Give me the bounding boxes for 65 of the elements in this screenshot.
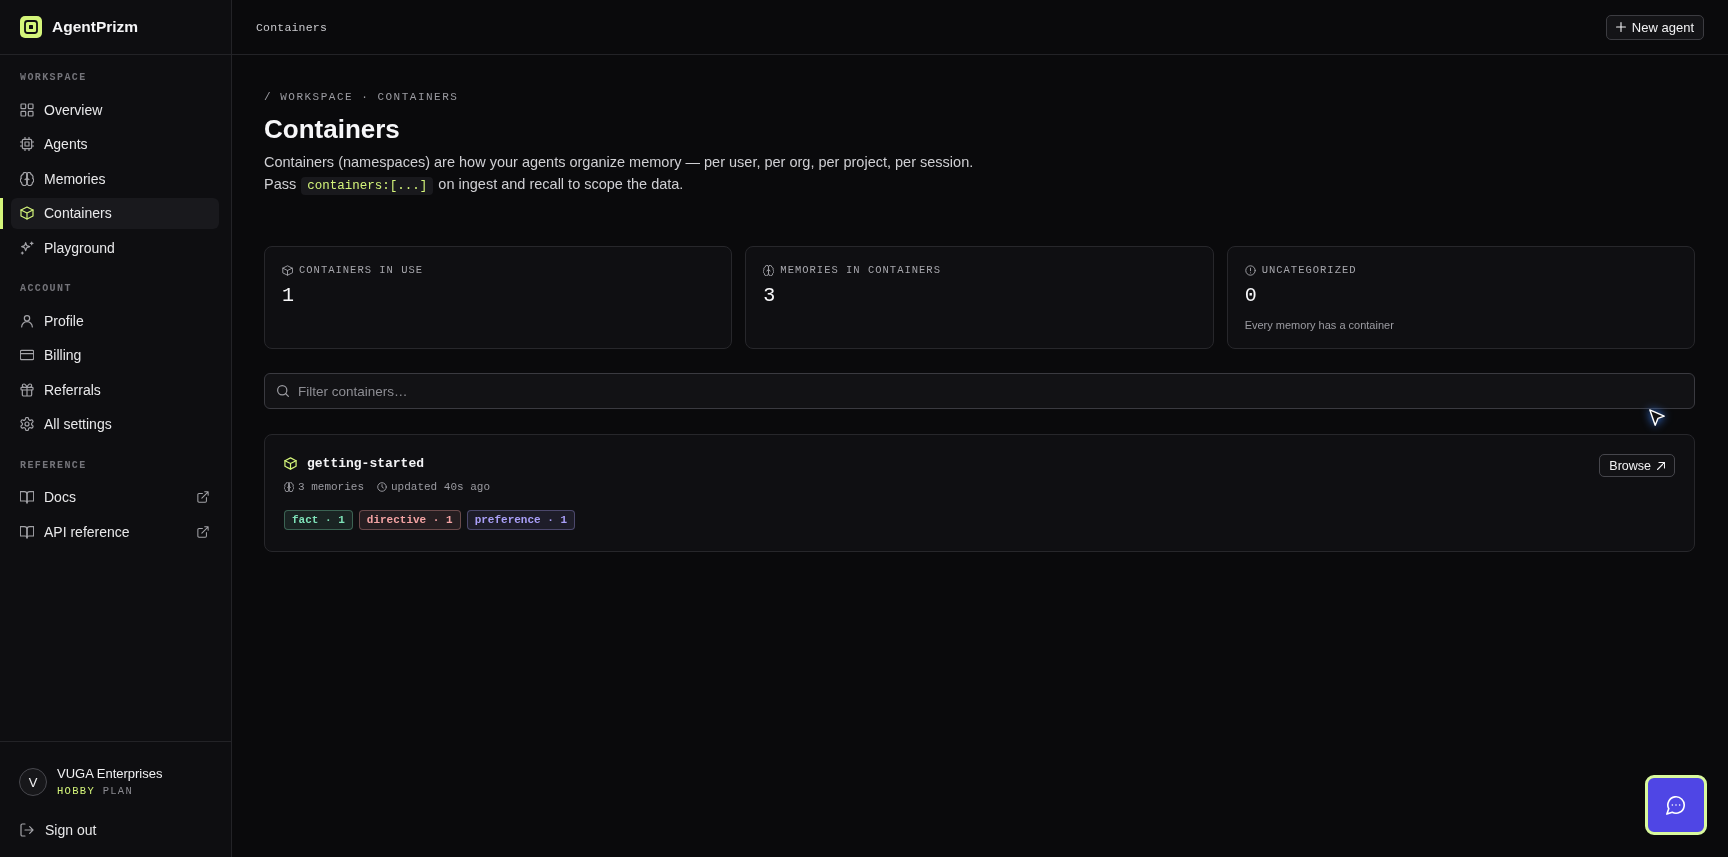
nav-item[interactable]: Overview [11, 94, 219, 125]
cube-icon [20, 206, 34, 220]
nav-item[interactable]: Referrals [11, 374, 219, 405]
grid-icon [20, 102, 34, 117]
nav-item[interactable]: Profile [11, 305, 219, 336]
memory-count: 3 memories [298, 480, 364, 495]
cursor-icon [1648, 408, 1666, 427]
breadcrumb: / WORKSPACE · CONTAINERS [264, 90, 459, 104]
new-agent-button[interactable]: New agent [1605, 14, 1704, 40]
page-description: Containers (namespaces) are how your agents organize memory — per user, per org, per project, per session. [264, 153, 974, 172]
nav-item[interactable]: Docs [11, 481, 219, 513]
avatar: V [19, 768, 47, 796]
chip-icon [20, 137, 34, 151]
brain-icon [284, 482, 294, 492]
nav-item[interactable]: Playground [11, 232, 219, 263]
nav-item[interactable]: All settings [11, 408, 219, 440]
search-icon [277, 385, 289, 397]
nav-item[interactable]: API reference [11, 516, 219, 547]
chat-icon [1666, 795, 1686, 815]
stat-value: 0 [1244, 283, 1257, 309]
gift-icon [20, 382, 34, 397]
brand-name: AgentPrizm [52, 18, 139, 36]
sign-out-icon [20, 823, 34, 837]
tag: fact · 1 [284, 510, 353, 530]
book-icon [20, 490, 34, 504]
browse-button[interactable]: Browse [1599, 454, 1675, 477]
brain-icon [20, 171, 34, 186]
chat-button[interactable] [1645, 775, 1707, 835]
section-label: REFERENCE [20, 459, 87, 472]
account-name: VUGA Enterprises [57, 766, 163, 782]
updated-time: updated 40s ago [391, 480, 491, 495]
filter-input[interactable]: Filter containers… [264, 373, 1695, 409]
sparkles-icon [20, 240, 34, 255]
section-label: WORKSPACE [20, 72, 87, 84]
logo-icon [20, 16, 42, 38]
brain-icon [763, 264, 775, 276]
cube-icon [282, 264, 293, 276]
settings-icon [20, 417, 34, 431]
stat-caption: Every memory has a container [1244, 318, 1394, 332]
credit-card-icon [20, 348, 34, 362]
stat-label: CONTAINERS IN USE [299, 263, 424, 277]
sign-out-link[interactable]: Sign out [20, 820, 97, 840]
container-name: getting-started [307, 455, 425, 471]
header-title: Containers [256, 20, 327, 34]
nav-item[interactable]: Billing [11, 339, 219, 371]
stat-value: 3 [763, 283, 776, 309]
nav-item[interactable]: Memories [11, 163, 219, 194]
book-icon [20, 524, 34, 539]
arrow-up-right-icon [1657, 461, 1665, 470]
stat-label: UNCATEGORIZED [1261, 263, 1357, 277]
nav-item[interactable]: Agents [11, 128, 219, 160]
cube-icon [284, 456, 297, 470]
plus-icon [1615, 22, 1626, 32]
stat-label: MEMORIES IN CONTAINERS [780, 263, 941, 277]
clock-icon [377, 482, 387, 492]
active-indicator [0, 197, 3, 229]
stat-value: 1 [282, 283, 294, 309]
tag: directive · 1 [358, 510, 461, 530]
plan-label: HOBBY PLAN [57, 784, 135, 798]
page-title: Containers [264, 113, 400, 145]
user-icon [20, 313, 34, 328]
alert-icon [1244, 264, 1256, 276]
tag: preference · 1 [466, 510, 576, 530]
usage-hint: Pass containers:[...] on ingest and recall to scope the data. [264, 175, 684, 197]
section-label: ACCOUNT [20, 283, 72, 295]
